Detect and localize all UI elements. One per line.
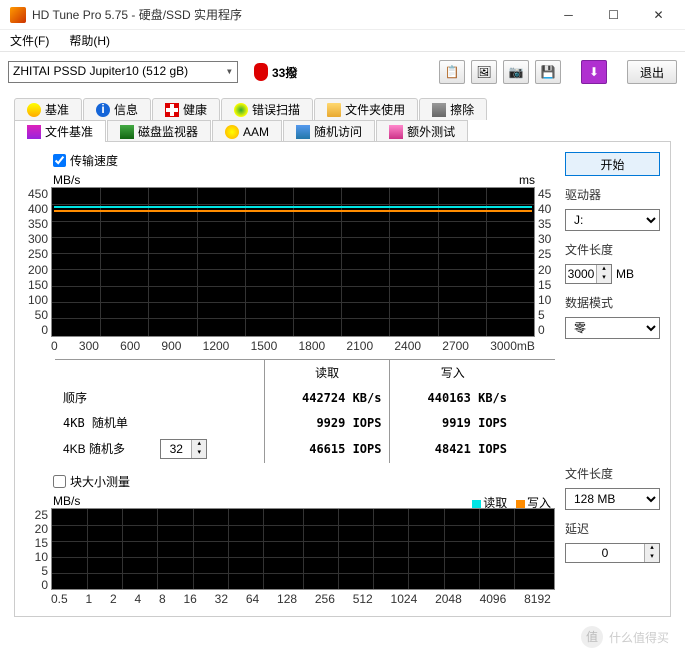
data-mode-select[interactable]: 零 — [565, 317, 660, 339]
tool-copy-button[interactable]: 📋 — [439, 60, 465, 84]
extra-icon — [389, 125, 403, 139]
transfer-chart — [51, 187, 535, 337]
row-sequential: 顺序442724 KB/s440163 KB/s — [55, 385, 515, 410]
minimize-button[interactable]: ─ — [546, 1, 591, 29]
drive-select[interactable]: ZHITAI PSSD Jupiter10 (512 gB) — [8, 61, 238, 83]
file-length2-label: 文件长度 — [565, 465, 660, 482]
file-length-label: 文件长度 — [565, 241, 660, 258]
file-benchmark-panel: 传输速度 MB/s ms 450400350300250200150100500… — [14, 141, 671, 617]
delay-spinner[interactable]: ▴▾ — [565, 543, 660, 563]
tab-file-benchmark[interactable]: 文件基准 — [14, 120, 106, 142]
tab-disk-monitor[interactable]: 磁盘监视器 — [107, 120, 211, 142]
monitor-icon — [120, 125, 134, 139]
drive-letter-select[interactable]: J: — [565, 209, 660, 231]
scan-icon — [234, 103, 248, 117]
results-table: 读取写入 顺序442724 KB/s440163 KB/s 4KB 随机单992… — [55, 359, 555, 463]
erase-icon — [432, 103, 446, 117]
tab-error-scan[interactable]: 错误扫描 — [221, 98, 313, 120]
y2-axis-ticks: 454035302520151050 — [535, 187, 555, 337]
transfer-speed-checkbox[interactable]: 传输速度 — [53, 152, 555, 169]
temperature: 33撥 — [254, 63, 297, 81]
folder-icon — [327, 103, 341, 117]
y2-axis-unit: ms — [519, 173, 535, 187]
aam-icon — [225, 125, 239, 139]
block-size-checkbox[interactable]: 块大小测量 — [53, 473, 555, 490]
block-x-ticks: 0.512481632641282565121024204840968192 — [51, 590, 551, 606]
block-chart — [51, 508, 555, 590]
toolbar: ZHITAI PSSD Jupiter10 (512 gB) 33撥 📋 🖼 📷… — [0, 52, 685, 92]
file-length-spinner[interactable]: ▴▾ — [565, 264, 612, 284]
y-axis-unit: MB/s — [53, 173, 80, 187]
y-axis-ticks: 450400350300250200150100500 — [25, 187, 51, 337]
menu-help[interactable]: 帮助(H) — [63, 30, 116, 51]
close-button[interactable]: ✕ — [636, 1, 681, 29]
delay-label: 延迟 — [565, 520, 660, 537]
tab-benchmark[interactable]: 基准 — [14, 98, 82, 120]
block-y-ticks: 2520151050 — [25, 508, 51, 590]
tab-aam[interactable]: AAM — [212, 120, 282, 142]
menubar: 文件(F) 帮助(H) — [0, 30, 685, 52]
window-title: HD Tune Pro 5.75 - 硬盘/SSD 实用程序 — [32, 6, 546, 23]
side-controls: 开始 驱动器 J: 文件长度 ▴▾ MB 数据模式 零 文件长度 128 MB … — [565, 152, 660, 606]
tool-save-button[interactable]: 💾 — [535, 60, 561, 84]
temperature-value: 33撥 — [272, 64, 297, 81]
titlebar: HD Tune Pro 5.75 - 硬盘/SSD 实用程序 ─ ☐ ✕ — [0, 0, 685, 30]
row-4kb-multi: 4KB 随机多 ▴▾ 46615 IOPS48421 IOPS — [55, 435, 515, 463]
random-icon — [296, 125, 310, 139]
tab-health[interactable]: 健康 — [152, 98, 220, 120]
tab-folder-usage[interactable]: 文件夹使用 — [314, 98, 418, 120]
maximize-button[interactable]: ☐ — [591, 1, 636, 29]
tool-options-button[interactable]: ⬇ — [581, 60, 607, 84]
file-bench-icon — [27, 125, 41, 139]
tabs-row-2: 文件基准 磁盘监视器 AAM 随机访问 额外测试 — [14, 120, 671, 142]
health-icon — [165, 103, 179, 117]
data-mode-label: 数据模式 — [565, 294, 660, 311]
write-trace — [54, 210, 532, 212]
start-button[interactable]: 开始 — [565, 152, 660, 176]
tab-erase[interactable]: 擦除 — [419, 98, 487, 120]
threads-spinner[interactable]: ▴▾ — [160, 439, 207, 459]
menu-file[interactable]: 文件(F) — [4, 30, 55, 51]
tabs-row-1: 基准 i信息 健康 错误扫描 文件夹使用 擦除 — [14, 98, 671, 120]
info-icon: i — [96, 103, 110, 117]
tool-camera-button[interactable]: 📷 — [503, 60, 529, 84]
tab-info[interactable]: i信息 — [83, 98, 151, 120]
read-trace — [54, 206, 532, 208]
file-length2-select[interactable]: 128 MB — [565, 488, 660, 510]
tool-screenshot-button[interactable]: 🖼 — [471, 60, 497, 84]
x-axis-ticks: 03006009001200150018002100240027003000mB — [51, 337, 535, 353]
thermometer-icon — [254, 63, 268, 81]
benchmark-icon — [27, 103, 41, 117]
drive-label: 驱动器 — [565, 186, 660, 203]
row-4kb-single: 4KB 随机单9929 IOPS9919 IOPS — [55, 410, 515, 435]
exit-button[interactable]: 退出 — [627, 60, 677, 84]
tab-random-access[interactable]: 随机访问 — [283, 120, 375, 142]
app-icon — [10, 7, 26, 23]
tab-extra-tests[interactable]: 额外测试 — [376, 120, 468, 142]
